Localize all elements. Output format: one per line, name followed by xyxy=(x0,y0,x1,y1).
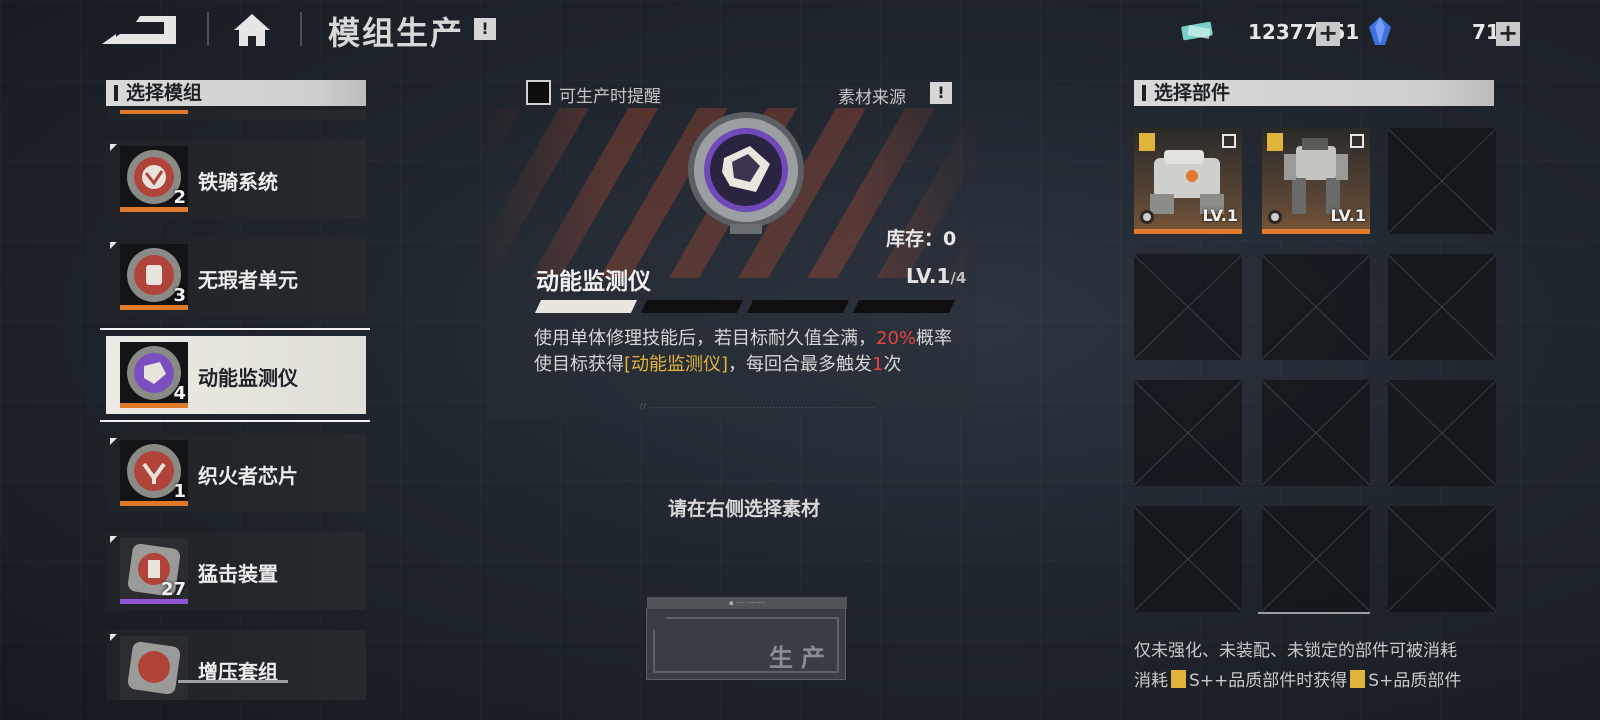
level-current: LV.1 xyxy=(906,264,951,288)
crystal-plus-button[interactable]: + xyxy=(1496,21,1520,46)
rank-chevron-icon xyxy=(1171,670,1186,688)
desc-text: ，每回合最多触发 xyxy=(728,354,873,375)
part-slot-empty xyxy=(1134,254,1242,360)
part-level: LV.1 xyxy=(1330,206,1366,225)
note-text: 消耗 xyxy=(1134,671,1168,691)
remind-checkbox[interactable] xyxy=(526,80,551,105)
selected-module-title: 动能监测仪 xyxy=(536,269,651,295)
module-count: 1 xyxy=(173,481,186,502)
module-count: 27 xyxy=(160,579,186,600)
consume-rule-note: 仅未强化、未装配、未锁定的部件可被消耗 xyxy=(1134,641,1457,661)
note-text: S+品质部件 xyxy=(1368,671,1462,691)
header-divider xyxy=(207,12,209,46)
module-description: 使用单体修理技能后，若目标耐久值全满，20%概率使目标获得[动能监测仪]，每回合… xyxy=(534,326,964,378)
desc-text: 使用单体修理技能后，若目标耐久值全满， xyxy=(534,328,876,349)
module-list[interactable]: 2 铁骑系统 3 无瑕者单元 4 动能监测仪 1 织火者芯片 27 猛击装置 增… xyxy=(100,110,370,700)
stock-count: 库存：0 xyxy=(886,228,957,250)
level-progress-segment xyxy=(746,300,850,313)
module-thumb: 2 xyxy=(120,146,188,212)
part-select-checkbox[interactable] xyxy=(1222,134,1236,148)
module-thumb: 1 xyxy=(120,440,188,506)
module-item-kinetic-monitor[interactable]: 4 动能监测仪 xyxy=(100,328,370,422)
rank-chevron-icon xyxy=(1139,133,1155,151)
note-text: S++品质部件时获得 xyxy=(1189,671,1348,691)
level-max: /4 xyxy=(950,269,967,287)
part-slot-empty xyxy=(1388,128,1496,234)
part-slot-empty xyxy=(1134,506,1242,612)
module-list-scrollbar[interactable] xyxy=(178,680,288,683)
produce-button-label: 生产 xyxy=(769,644,833,672)
desc-percent: 20% xyxy=(876,328,917,349)
rank-chevron-icon xyxy=(1267,133,1283,151)
module-item-smash-device[interactable]: 27 猛击装置 xyxy=(106,532,366,610)
select-module-header: 选择模组 xyxy=(106,80,366,106)
module-emblem-icon xyxy=(127,641,181,695)
select-material-prompt: 请在右侧选择素材 xyxy=(668,498,821,520)
level-progress-segment xyxy=(534,300,638,313)
blue-crystal-icon xyxy=(1369,17,1391,45)
module-item-firewalker-chip[interactable]: 1 织火者芯片 xyxy=(106,434,366,512)
back-button[interactable] xyxy=(100,14,182,48)
part-select-checkbox[interactable] xyxy=(1350,134,1364,148)
parts-grid-scrollbar[interactable] xyxy=(1258,612,1370,614)
module-thumb xyxy=(120,110,188,114)
module-thumb: 3 xyxy=(120,244,188,310)
part-lock-icon xyxy=(1268,210,1282,224)
credit-chip-icon xyxy=(1181,21,1213,41)
module-level: LV.1/4 xyxy=(906,264,966,288)
home-icon xyxy=(234,14,270,46)
part-slot-empty xyxy=(1262,506,1370,612)
desc-text: 次 xyxy=(883,354,902,375)
level-progress-segment xyxy=(640,300,744,313)
quality-conversion-note: 消耗 S++品质部件时获得 S+品质部件 xyxy=(1134,666,1461,691)
credit-plus-button[interactable]: + xyxy=(1316,21,1340,46)
material-source-label[interactable]: 素材来源 xyxy=(838,83,906,108)
module-count: 3 xyxy=(173,285,186,306)
module-count: 4 xyxy=(173,383,186,404)
module-item-booster-kit[interactable]: 增压套组 xyxy=(106,630,366,700)
part-slot-empty xyxy=(1262,380,1370,486)
module-name: 铁骑系统 xyxy=(198,170,278,194)
produce-button-tag: ▪ ···· ········ xyxy=(647,597,847,609)
part-slot-empty xyxy=(1388,506,1496,612)
level-progress-segment xyxy=(852,300,956,313)
kinetic-monitor-emblem-icon xyxy=(688,112,804,234)
title-info-button[interactable]: ! xyxy=(474,18,496,40)
module-thumb xyxy=(120,636,188,700)
part-slot-mech-2[interactable]: LV.1 xyxy=(1262,128,1370,234)
module-thumb: 27 xyxy=(120,538,188,604)
part-slot-empty xyxy=(1388,380,1496,486)
back-arrow-icon xyxy=(102,16,176,44)
produce-button[interactable]: ▪ ···· ········ 生产 xyxy=(646,597,847,680)
rank-chevron-icon xyxy=(1350,670,1366,688)
part-lock-icon xyxy=(1140,210,1154,224)
module-name: 无瑕者单元 xyxy=(198,268,298,292)
module-item-flawless-unit[interactable]: 3 无瑕者单元 xyxy=(106,238,366,316)
header-divider xyxy=(300,12,302,46)
credit-amount: 12377251 xyxy=(1248,20,1360,44)
module-name: 织火者芯片 xyxy=(198,464,298,488)
material-source-info-button[interactable]: ! xyxy=(930,82,952,104)
remind-label: 可生产时提醒 xyxy=(559,87,661,107)
part-slot-empty xyxy=(1134,380,1242,486)
home-button[interactable] xyxy=(232,12,272,48)
part-slot-empty xyxy=(1262,254,1370,360)
module-thumb: 4 xyxy=(120,342,188,408)
module-name: 动能监测仪 xyxy=(198,366,298,390)
part-slot-mech-1[interactable]: LV.1 xyxy=(1134,128,1242,234)
desc-effect-tag: [动能监测仪] xyxy=(624,354,729,375)
desc-trigger-limit: 1 xyxy=(872,354,884,375)
select-parts-header: 选择部件 xyxy=(1134,80,1494,106)
module-item-partial[interactable] xyxy=(106,110,366,120)
part-level: LV.1 xyxy=(1202,206,1238,225)
decorative-fine-print: // .....................................… xyxy=(640,402,876,410)
module-name: 猛击装置 xyxy=(198,562,278,586)
module-count: 2 xyxy=(173,187,186,208)
page-title: 模组生产 xyxy=(328,14,465,52)
part-slot-empty xyxy=(1388,254,1496,360)
module-item-iron-cavalry[interactable]: 2 铁骑系统 xyxy=(106,140,366,218)
